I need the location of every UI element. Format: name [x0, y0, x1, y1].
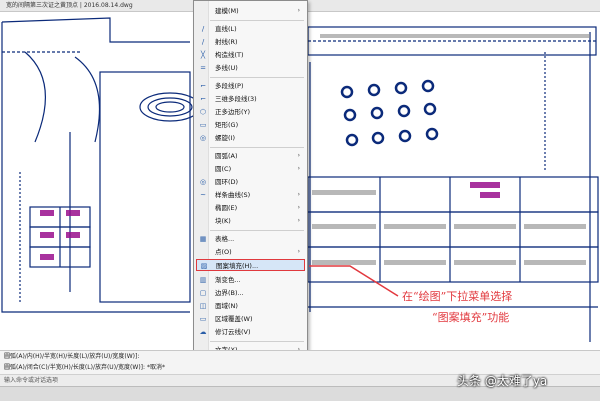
menu-item-label: 多段线(P) — [215, 82, 244, 90]
menu-item-spline[interactable]: ~ 样条曲线(S) › — [196, 189, 305, 201]
multiline-icon: = — [200, 64, 206, 72]
arc-icon — [199, 152, 207, 160]
annotation-line-2: “图案填充”功能 — [432, 311, 510, 324]
menu-item-wipeout[interactable]: ▭ 区域覆盖(W) — [196, 313, 305, 325]
menu-item-ellipse[interactable]: 椭圆(E) › — [196, 202, 305, 214]
menu-item-label: 圆(C) — [215, 165, 232, 173]
menu-item-donut[interactable]: ◎ 圆环(D) — [196, 176, 305, 188]
menu-separator — [210, 147, 304, 148]
menu-item-label: 正多边形(Y) — [215, 108, 251, 116]
polyline-icon: ⌐ — [200, 82, 206, 90]
menu-item-boundary[interactable]: ▢ 边界(B)... — [196, 287, 305, 299]
polygon-icon: ⬡ — [199, 108, 207, 116]
menu-separator — [210, 230, 304, 231]
menu-item-point[interactable]: 点(O) › — [196, 246, 305, 258]
menu-item-label: 点(O) — [215, 248, 232, 256]
menu-item-label: 建模(M) — [215, 7, 239, 15]
menu-item-table[interactable]: ▦ 表格... — [196, 233, 305, 245]
menu-item-arc[interactable]: 圆弧(A) › — [196, 150, 305, 162]
menu-item-label: 图案填充(H)... — [216, 262, 259, 270]
annotation-line-1: 在“绘图”下拉菜单选择 — [402, 290, 513, 303]
construction-line-icon: ╳ — [200, 51, 206, 59]
menu-item-revision-cloud[interactable]: ☁ 修订云线(V) — [196, 326, 305, 338]
command-history-line-1: 圆弧(A)/内(H)/半宽(H)/长度(L)/放弃(U)/宽度(W)]: — [0, 350, 600, 362]
submenu-arrow-icon: › — [297, 165, 300, 172]
menu-item-hatch[interactable]: ▨ 图案填充(H)... — [196, 259, 305, 271]
menu-separator — [210, 77, 304, 78]
submenu-arrow-icon: › — [297, 217, 300, 224]
menu-item-label: 区域覆盖(W) — [215, 315, 253, 323]
menu-item-modeling[interactable]: 建模(M) › — [196, 5, 305, 17]
menu-item-label: 块(K) — [215, 217, 231, 225]
menu-item-multiline[interactable]: = 多线(U) — [196, 62, 305, 74]
region-icon: ◫ — [199, 302, 207, 310]
submenu-arrow-icon: › — [297, 152, 300, 159]
menu-item-polygon[interactable]: ⬡ 正多边形(Y) — [196, 106, 305, 118]
menu-item-label: 椭圆(E) — [215, 204, 238, 212]
ray-icon: / — [201, 38, 205, 46]
modeling-icon — [199, 7, 207, 15]
menu-item-label: 圆环(D) — [215, 178, 239, 186]
menu-item-gradient[interactable]: ▥ 渐变色... — [196, 274, 305, 286]
menu-item-label: 渐变色... — [215, 276, 241, 284]
menu-item-ray[interactable]: / 射线(R) — [196, 36, 305, 48]
menu-item-label: 三维多段线(3) — [215, 95, 257, 103]
line-icon: / — [201, 25, 205, 33]
gradient-icon: ▥ — [199, 276, 207, 284]
circle-icon — [199, 165, 207, 173]
submenu-arrow-icon: › — [297, 191, 300, 198]
window-title: 宽的间隔第三次证之黄顶点 | 2016.08.14.dwg — [6, 2, 133, 9]
hatch-icon: ▨ — [200, 262, 208, 270]
3d-polyline-icon: ⌐ — [200, 95, 206, 103]
submenu-arrow-icon: › — [297, 7, 300, 14]
menu-item-helix[interactable]: ◎ 螺旋(I) — [196, 132, 305, 144]
menu-item-region[interactable]: ◫ 面域(N) — [196, 300, 305, 312]
point-icon — [199, 248, 207, 256]
draw-dropdown-menu: 建模(M) › / 直线(L) / 射线(R) ╳ 构造线(T) = 多线(U)… — [193, 0, 308, 358]
menu-item-label: 圆弧(A) — [215, 152, 238, 160]
rectangle-icon: ▭ — [199, 121, 207, 129]
spline-icon: ~ — [200, 191, 206, 199]
menu-item-label: 射线(R) — [215, 38, 238, 46]
menu-item-label: 修订云线(V) — [215, 328, 251, 336]
menu-item-label: 螺旋(I) — [215, 134, 235, 142]
menu-item-rectangle[interactable]: ▭ 矩形(G) — [196, 119, 305, 131]
block-icon — [199, 217, 207, 225]
menu-item-label: 面域(N) — [215, 302, 238, 310]
menu-item-label: 矩形(G) — [215, 121, 239, 129]
ellipse-icon — [199, 204, 207, 212]
menu-item-construction-line[interactable]: ╳ 构造线(T) — [196, 49, 305, 61]
menu-item-label: 构造线(T) — [215, 51, 244, 59]
menu-item-label: 直线(L) — [215, 25, 237, 33]
menu-item-polyline[interactable]: ⌐ 多段线(P) — [196, 80, 305, 92]
submenu-arrow-icon: › — [297, 204, 300, 211]
revision-cloud-icon: ☁ — [199, 328, 207, 336]
helix-icon: ◎ — [199, 134, 207, 142]
table-icon: ▦ — [199, 235, 207, 243]
donut-icon: ◎ — [199, 178, 207, 186]
submenu-arrow-icon: › — [297, 248, 300, 255]
menu-item-circle[interactable]: 圆(C) › — [196, 163, 305, 175]
menu-item-block[interactable]: 块(K) › — [196, 215, 305, 227]
menu-item-label: 边界(B)... — [215, 289, 244, 297]
watermark: 头条 @太难了ya — [457, 374, 548, 388]
menu-separator — [210, 341, 304, 342]
menu-item-label: 样条曲线(S) — [215, 191, 251, 199]
menu-item-label: 多线(U) — [215, 64, 238, 72]
menu-item-3d-polyline[interactable]: ⌐ 三维多段线(3) — [196, 93, 305, 105]
boundary-icon: ▢ — [199, 289, 207, 297]
menu-item-line[interactable]: / 直线(L) — [196, 23, 305, 35]
menu-separator — [210, 20, 304, 21]
menu-item-label: 表格... — [215, 235, 235, 243]
wipeout-icon: ▭ — [199, 315, 207, 323]
